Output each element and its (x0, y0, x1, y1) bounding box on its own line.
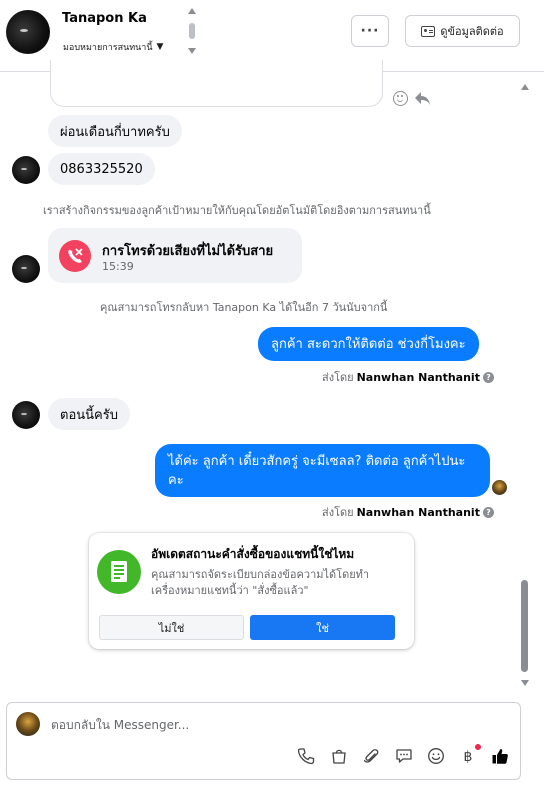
incoming-message: ผ่อนเดือนกี่บาทครับ (48, 115, 182, 147)
missed-call-icon (59, 240, 91, 272)
sent-by-label: ส่งโดย (322, 371, 354, 384)
previous-conversation-icon[interactable] (188, 8, 196, 14)
message-text: ผ่อนเดือนกี่บาทครับ (60, 124, 170, 140)
contact-avatar[interactable] (6, 10, 50, 54)
reply-icon[interactable] (414, 91, 431, 106)
scroll-down-arrow[interactable] (521, 680, 529, 686)
contact-name[interactable]: Tanapon Ka (62, 11, 147, 26)
seen-receipt-avatar (492, 480, 507, 495)
order-prompt-title: อัพเดตสถานะคำสั่งซื้อของแชทนี้ใช่ไหม (151, 547, 355, 561)
system-note-lead-activity: เราสร้างกิจกรรมของลูกค้าเป้าหมายให้กับคุ… (43, 204, 431, 217)
contact-card-icon (421, 25, 436, 37)
scrollbar-thumb[interactable] (521, 580, 528, 672)
missed-call-time: 15:39 (102, 260, 134, 273)
assign-conversation-dropdown[interactable]: มอบหมายการสนทนานี้ ▼ (63, 40, 163, 54)
emoji-icon[interactable] (426, 746, 446, 766)
navigator-handle[interactable] (189, 23, 195, 39)
reply-input[interactable] (51, 715, 451, 735)
view-contact-button[interactable]: ดูข้อมูลติดต่อ (405, 15, 520, 47)
conversation-navigator[interactable] (187, 8, 197, 54)
info-icon[interactable]: ? (482, 371, 494, 383)
missed-call-title: การโทรด้วยเสียงที่ไม่ได้รับสาย (102, 244, 274, 259)
notification-dot (475, 744, 481, 750)
outgoing-message: ลูกค้า สะดวกให้ติดต่อ ช่วงกี่โมงคะ (258, 327, 479, 361)
order-no-button[interactable]: ไม่ใช่ (99, 615, 244, 640)
assign-label: มอบหมายการสนทนานี้ (63, 43, 153, 53)
message-text: 0863325520 (60, 161, 143, 177)
sender-name: Nanwhan Nanthanit (356, 370, 480, 384)
message-text: ตอนนี้ครับ (60, 407, 118, 423)
system-note-callback: คุณสามารถโทรกลับหา Tanapon Ka ได้ในอีก 7… (100, 301, 388, 314)
phone-icon[interactable] (296, 746, 316, 766)
sent-by-line: ส่งโดย Nanwhan Nanthanit ? (322, 503, 494, 521)
message-text-line: ได้ค่ะ ลูกค้า เดี๋ยวสักครู่ จะมีเซลล? ติ… (168, 453, 466, 469)
contact-avatar-small (12, 255, 40, 283)
info-icon[interactable]: ? (482, 506, 494, 518)
message-text-line: คะ (168, 472, 184, 488)
next-conversation-icon[interactable] (188, 48, 196, 54)
order-receipt-icon (97, 550, 141, 594)
more-options-button[interactable]: ··· (351, 15, 389, 47)
sent-by-label: ส่งโดย (322, 506, 354, 519)
like-icon[interactable] (490, 746, 510, 766)
incoming-message: 0863325520 (48, 153, 155, 185)
previous-message-bubble (50, 60, 383, 107)
missed-call-card[interactable]: การโทรด้วยเสียงที่ไม่ได้รับสาย 15:39 (48, 228, 302, 283)
shopping-bag-icon[interactable] (329, 746, 349, 766)
saved-replies-icon[interactable] (394, 746, 414, 766)
sender-name: Nanwhan Nanthanit (356, 505, 480, 519)
outgoing-message: ได้ค่ะ ลูกค้า เดี๋ยวสักครู่ จะมีเซลล? ติ… (155, 444, 490, 497)
svg-text:฿: ฿ (464, 749, 473, 765)
view-contact-label: ดูข้อมูลติดต่อ (440, 25, 504, 38)
message-text: ลูกค้า สะดวกให้ติดต่อ ช่วงกี่โมงคะ (271, 336, 466, 352)
scroll-up-arrow[interactable] (521, 84, 529, 90)
page-avatar (16, 712, 40, 736)
contact-avatar-small (12, 401, 40, 429)
sent-by-line: ส่งโดย Nanwhan Nanthanit ? (322, 368, 494, 386)
order-yes-button[interactable]: ใช่ (250, 615, 395, 640)
contact-avatar-small (12, 156, 40, 184)
attachment-icon[interactable] (361, 746, 381, 766)
react-emoji-icon[interactable] (393, 91, 408, 106)
message-composer: ฿ (6, 702, 521, 780)
incoming-message: ตอนนี้ครับ (48, 398, 130, 430)
chevron-down-icon: ▼ (156, 42, 164, 52)
order-status-prompt: อัพเดตสถานะคำสั่งซื้อของแชทนี้ใช่ไหม คุณ… (89, 533, 414, 649)
order-prompt-description: คุณสามารถจัดระเบียบกล่องข้อความได้โดยทำ … (151, 568, 370, 597)
